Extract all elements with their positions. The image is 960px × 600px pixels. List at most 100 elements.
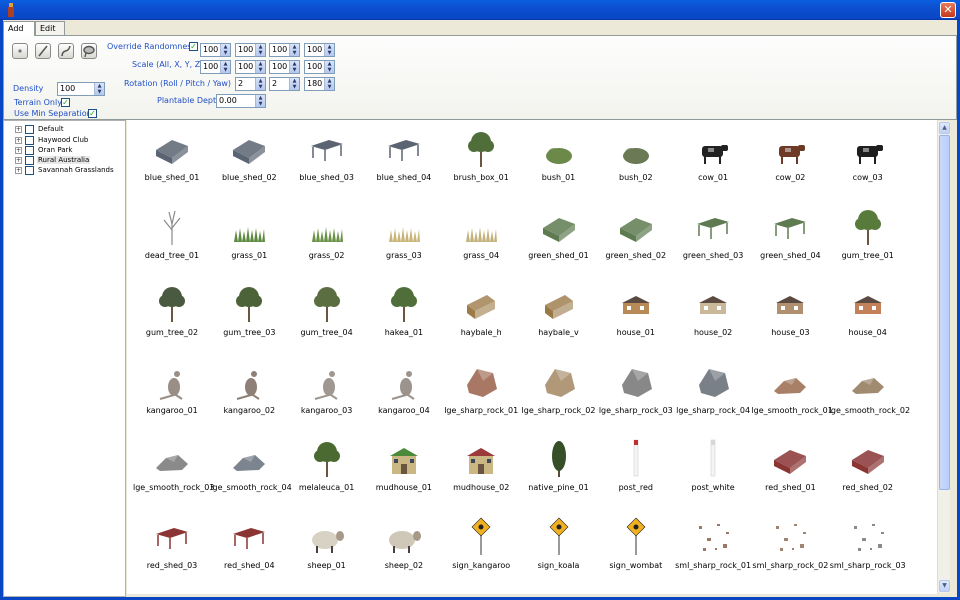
object-thumbnail[interactable]: sheep_01: [288, 510, 366, 588]
object-thumbnail[interactable]: house_03: [751, 277, 829, 355]
object-thumbnail[interactable]: hakea_01: [365, 277, 443, 355]
object-thumbnail[interactable]: grass_04: [442, 200, 520, 278]
terrain-only-checkbox[interactable]: ✓: [61, 98, 70, 107]
object-thumbnail[interactable]: sign_wombat: [597, 510, 675, 588]
scale-spinner-all[interactable]: 100 ▲ ▼: [200, 60, 231, 74]
object-thumbnail[interactable]: green_shed_02: [597, 200, 675, 278]
object-thumbnail[interactable]: gum_tree_02: [133, 277, 211, 355]
object-thumbnail[interactable]: post_white: [674, 432, 752, 510]
randomness-spinner-x[interactable]: 100 ▲ ▼: [235, 43, 266, 57]
object-thumbnail[interactable]: lge_sharp_rock_02: [520, 355, 598, 433]
object-thumbnail[interactable]: green_shed_03: [674, 200, 752, 278]
object-thumbnail[interactable]: sign_koala: [520, 510, 598, 588]
use-min-separation-checkbox[interactable]: ✓: [88, 109, 97, 118]
object-thumbnail[interactable]: red_shed_02: [829, 432, 907, 510]
object-thumbnail[interactable]: blue_shed_01: [133, 122, 211, 200]
object-thumbnail[interactable]: blue_shed_04: [365, 122, 443, 200]
object-thumbnail[interactable]: grass_02: [288, 200, 366, 278]
density-spinner[interactable]: 100 ▲ ▼: [57, 82, 105, 96]
object-thumbnail[interactable]: lge_smooth_rock_03: [133, 432, 214, 510]
close-button[interactable]: ✕: [940, 2, 956, 18]
dot-tool-button[interactable]: [12, 43, 28, 59]
tree-checkbox[interactable]: [25, 136, 34, 145]
spin-arrows-icon[interactable]: ▲ ▼: [255, 44, 265, 56]
object-thumbnail[interactable]: sml_sharp_rock_01: [674, 510, 752, 588]
spin-arrows-icon[interactable]: ▲ ▼: [255, 78, 265, 90]
spin-arrows-icon[interactable]: ▲ ▼: [289, 44, 299, 56]
object-thumbnail[interactable]: sign_kangaroo: [442, 510, 520, 588]
object-thumbnail[interactable]: bush_01: [520, 122, 598, 200]
object-thumbnail[interactable]: house_04: [829, 277, 907, 355]
object-thumbnail[interactable]: green_shed_04: [751, 200, 829, 278]
object-thumbnail[interactable]: cow_03: [829, 122, 907, 200]
spin-arrows-icon[interactable]: ▲ ▼: [94, 83, 104, 95]
object-thumbnail[interactable]: cow_02: [751, 122, 829, 200]
randomness-spinner-all[interactable]: 100 ▲ ▼: [200, 43, 231, 57]
object-thumbnail[interactable]: blue_shed_03: [288, 122, 366, 200]
object-thumbnail[interactable]: lge_sharp_rock_03: [597, 355, 675, 433]
line-tool-button[interactable]: [35, 43, 51, 59]
object-thumbnail[interactable]: red_shed_01: [751, 432, 829, 510]
object-thumbnail[interactable]: red_shed_04: [210, 510, 288, 588]
spin-arrows-icon[interactable]: ▲ ▼: [324, 61, 334, 73]
scroll-thumb[interactable]: [939, 135, 950, 490]
spin-arrows-icon[interactable]: ▲ ▼: [289, 78, 299, 90]
rotation-spinner-roll[interactable]: 2 ▲ ▼: [235, 77, 266, 91]
spin-arrows-icon[interactable]: ▲ ▼: [289, 61, 299, 73]
object-thumbnail[interactable]: house_02: [674, 277, 752, 355]
object-thumbnail[interactable]: gum_tree_03: [210, 277, 288, 355]
randomness-spinner-y[interactable]: 100 ▲ ▼: [269, 43, 300, 57]
object-thumbnail[interactable]: brush_box_01: [442, 122, 520, 200]
object-thumbnail[interactable]: kangaroo_02: [210, 355, 288, 433]
tree-checkbox[interactable]: [25, 156, 34, 165]
object-thumbnail[interactable]: cow_01: [674, 122, 752, 200]
rotation-spinner-yaw[interactable]: 180 ▲ ▼: [304, 77, 335, 91]
tree-checkbox[interactable]: [25, 125, 34, 134]
plantable-depth-spinner[interactable]: 0.00 ▲ ▼: [216, 94, 266, 108]
spin-arrows-icon[interactable]: ▲ ▼: [220, 61, 230, 73]
scale-spinner-y[interactable]: 100 ▲ ▼: [269, 60, 300, 74]
scroll-down-icon[interactable]: ▼: [939, 580, 950, 592]
object-thumbnail[interactable]: lge_sharp_rock_04: [674, 355, 752, 433]
vertical-scrollbar[interactable]: ▲ ▼: [937, 121, 950, 593]
lasso-tool-button[interactable]: [81, 43, 97, 59]
tab-add[interactable]: Add: [3, 21, 35, 36]
tree-checkbox[interactable]: [25, 146, 34, 155]
expand-icon[interactable]: +: [15, 137, 22, 144]
spin-arrows-icon[interactable]: ▲ ▼: [324, 78, 334, 90]
object-thumbnail[interactable]: gum_tree_01: [829, 200, 907, 278]
expand-icon[interactable]: +: [15, 126, 22, 133]
object-thumbnail[interactable]: lge_smooth_rock_01: [751, 355, 833, 433]
object-thumbnail[interactable]: red_shed_03: [133, 510, 211, 588]
object-thumbnail[interactable]: post_red: [597, 432, 675, 510]
object-thumbnail[interactable]: melaleuca_01: [288, 432, 366, 510]
object-thumbnail[interactable]: lge_sharp_rock_01: [442, 355, 520, 433]
tree-checkbox[interactable]: [25, 166, 34, 175]
expand-icon[interactable]: +: [15, 157, 22, 164]
randomness-spinner-z[interactable]: 100 ▲ ▼: [304, 43, 335, 57]
object-thumbnail[interactable]: haybale_h: [442, 277, 520, 355]
object-thumbnail[interactable]: mudhouse_01: [365, 432, 443, 510]
spin-arrows-icon[interactable]: ▲ ▼: [220, 44, 230, 56]
spin-arrows-icon[interactable]: ▲ ▼: [324, 44, 334, 56]
object-thumbnail[interactable]: kangaroo_04: [365, 355, 443, 433]
spin-arrows-icon[interactable]: ▲ ▼: [255, 95, 265, 107]
curve-tool-button[interactable]: [58, 43, 74, 59]
object-thumbnail[interactable]: kangaroo_03: [288, 355, 366, 433]
object-thumbnail[interactable]: blue_shed_02: [210, 122, 288, 200]
object-thumbnail[interactable]: kangaroo_01: [133, 355, 211, 433]
object-thumbnail[interactable]: sheep_02: [365, 510, 443, 588]
scroll-up-icon[interactable]: ▲: [939, 122, 950, 134]
spin-arrows-icon[interactable]: ▲ ▼: [255, 61, 265, 73]
object-thumbnail[interactable]: sml_sharp_rock_02: [751, 510, 829, 588]
object-thumbnail[interactable]: green_shed_01: [520, 200, 598, 278]
object-thumbnail[interactable]: house_01: [597, 277, 675, 355]
object-thumbnail[interactable]: grass_01: [210, 200, 288, 278]
scale-spinner-x[interactable]: 100 ▲ ▼: [235, 60, 266, 74]
object-thumbnail[interactable]: mudhouse_02: [442, 432, 520, 510]
object-thumbnail[interactable]: sml_sharp_rock_03: [829, 510, 907, 588]
rotation-spinner-pitch[interactable]: 2 ▲ ▼: [269, 77, 300, 91]
object-thumbnail[interactable]: haybale_v: [520, 277, 598, 355]
override-randomness-checkbox[interactable]: ✓: [189, 42, 198, 51]
object-thumbnail[interactable]: bush_02: [597, 122, 675, 200]
